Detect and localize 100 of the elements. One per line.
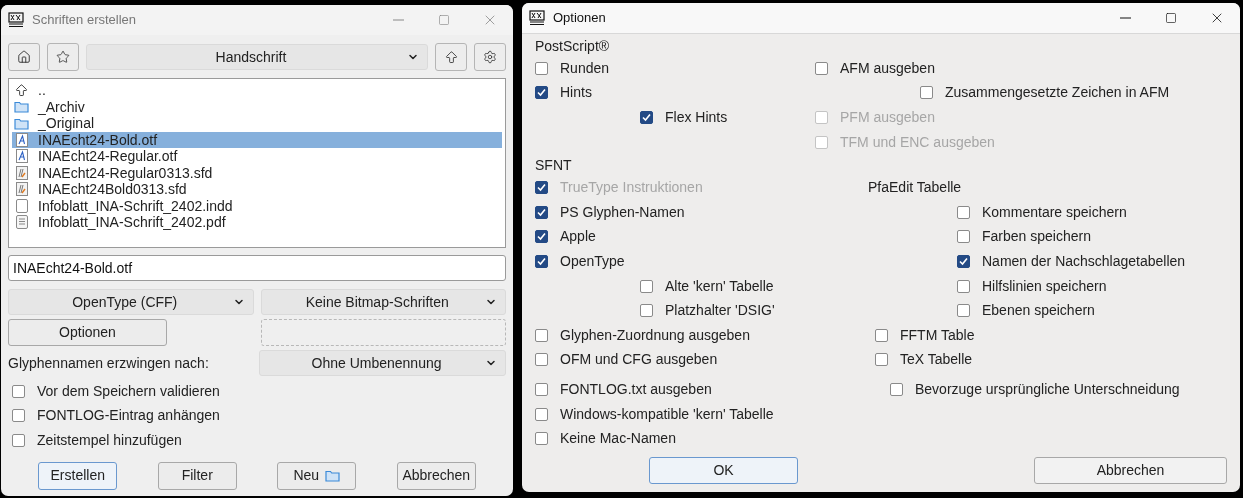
checkbox[interactable] — [640, 111, 653, 124]
glyph-names-dropdown[interactable]: Ohne Umbenennung — [259, 350, 506, 376]
checkbox-label: OFM und CFG ausgeben — [560, 350, 718, 370]
checkbox[interactable] — [640, 279, 653, 293]
checkbox[interactable] — [957, 230, 970, 244]
checkbox[interactable] — [875, 328, 888, 342]
checkbox[interactable] — [957, 279, 970, 293]
checkbox[interactable] — [815, 61, 828, 75]
file-item[interactable]: Infoblatt_INA-Schrift_2402.pdf — [12, 214, 502, 231]
app-icon — [8, 12, 24, 28]
checkbox[interactable] — [12, 384, 25, 398]
format-dropdown[interactable]: OpenType (CFF) — [8, 289, 254, 315]
font-file-icon — [15, 149, 28, 164]
settings-button[interactable] — [474, 43, 506, 71]
checkbox-label: FFTM Table — [900, 325, 975, 345]
file-item[interactable]: INAEcht24-Regular0313.sfd — [12, 164, 502, 181]
window-title: Optionen — [553, 9, 606, 28]
checkbox[interactable] — [920, 86, 933, 100]
checkbox-label: TeX Tabelle — [900, 350, 973, 370]
checkbox-label: Keine Mac-Namen — [560, 429, 676, 449]
checkbox[interactable] — [535, 328, 548, 342]
maximize-icon — [438, 14, 450, 26]
bitmap-dropdown[interactable]: Keine Bitmap-Schriften — [260, 289, 506, 315]
blank-file-icon — [15, 198, 28, 213]
checkbox-label: Bevorzuge ursprüngliche Unterschneidung — [915, 379, 1180, 399]
checkbox-label: Farben speichern — [982, 227, 1091, 247]
checkbox-label: Kommentare speichern — [982, 202, 1127, 222]
checkbox[interactable] — [957, 254, 970, 268]
group-heading: PfaEdit Tabelle — [868, 178, 962, 198]
checkbox-label: Vor dem Speichern validieren — [37, 381, 220, 401]
home-button[interactable] — [8, 43, 40, 71]
file-item[interactable]: INAEcht24-Regular.otf — [12, 148, 502, 165]
sfd-file-icon — [15, 182, 28, 197]
checkbox[interactable] — [535, 407, 548, 421]
checkbox[interactable] — [640, 304, 653, 318]
up-button[interactable] — [435, 43, 467, 71]
field-label: Glyphennamen erzwingen nach: — [8, 353, 210, 373]
checkbox[interactable] — [535, 205, 548, 219]
window-title: Schriften erstellen — [32, 11, 137, 30]
checkbox[interactable] — [535, 86, 548, 100]
checkbox-label: TFM und ENC ausgeben — [840, 132, 995, 152]
settings-icon — [483, 50, 497, 64]
file-item[interactable]: _Archiv — [12, 98, 502, 115]
checkbox-label: PFM ausgeben — [840, 108, 935, 127]
checkbox[interactable] — [890, 382, 903, 396]
folder-icon — [14, 100, 29, 114]
dialog-button[interactable]: Filter — [157, 461, 237, 490]
checkbox-label: Zeitstempel hinzufügen — [37, 431, 182, 450]
sfd-file-icon — [15, 165, 28, 180]
checkbox-label: Ebenen speichern — [982, 301, 1095, 321]
checkbox-label: TrueType Instruktionen — [560, 178, 703, 198]
checkbox-label: Zusammengesetzte Zeichen in AFM — [945, 83, 1170, 103]
checkbox[interactable] — [535, 61, 548, 75]
file-item[interactable]: _Original — [12, 115, 502, 132]
checkbox[interactable] — [535, 230, 548, 244]
dialog-button[interactable]: Neu — [277, 461, 357, 490]
checkbox[interactable] — [957, 205, 970, 219]
filename-field[interactable]: INAEcht24-Bold.otf — [8, 255, 506, 281]
folder-icon — [325, 469, 341, 483]
app-icon — [529, 10, 545, 26]
checkbox[interactable] — [12, 434, 25, 447]
dialog-button[interactable]: Abbrechen — [1034, 456, 1227, 484]
checkbox[interactable] — [535, 254, 548, 268]
checkbox[interactable] — [535, 382, 548, 396]
font-file-icon — [15, 132, 28, 147]
maximize-icon — [1165, 12, 1177, 24]
checkbox[interactable] — [535, 432, 548, 446]
dialog-button[interactable]: Erstellen — [38, 461, 118, 490]
path-dropdown[interactable]: Handschrift — [86, 44, 428, 70]
checkbox-label: Platzhalter 'DSIG' — [665, 301, 775, 321]
section-heading: SFNT — [535, 155, 572, 175]
checkbox-label: AFM ausgeben — [840, 58, 935, 78]
minimize-icon — [392, 19, 404, 21]
checkbox-label: Flex Hints — [665, 108, 728, 127]
checkbox-label: PS Glyphen-Namen — [560, 202, 685, 222]
checkbox[interactable] — [875, 353, 888, 367]
checkbox-label: FONTLOG.txt ausgeben — [560, 379, 712, 399]
home-icon — [17, 50, 31, 64]
file-item[interactable]: Infoblatt_INA-Schrift_2402.indd — [12, 197, 502, 214]
checkbox-label: OpenType — [560, 251, 625, 271]
checkbox-label: Hilfslinien speichern — [982, 276, 1107, 296]
document-icon — [15, 215, 28, 230]
bookmark-button[interactable] — [47, 43, 79, 71]
minimize-icon — [1119, 17, 1131, 19]
dialog-button[interactable]: OK — [649, 456, 798, 484]
checkbox-label: Hints — [560, 83, 592, 103]
dialog-button[interactable]: Abbrechen — [396, 461, 476, 490]
checkbox-label: Windows-kompatible 'kern' Tabelle — [560, 404, 774, 424]
file-item[interactable]: .. — [12, 82, 502, 99]
checkbox[interactable] — [535, 353, 548, 367]
options-button[interactable]: Optionen — [8, 319, 167, 346]
file-item[interactable]: INAEcht24-Bold.otf — [12, 131, 502, 148]
checkbox-label: Namen der Nachschlagetabellen — [982, 251, 1186, 271]
checkbox-label: FONTLOG-Eintrag anhängen — [37, 406, 220, 426]
checkbox-label: Apple — [560, 227, 596, 247]
checkbox[interactable] — [957, 304, 970, 318]
checkbox[interactable] — [12, 409, 25, 423]
checkbox-label: Alte 'kern' Tabelle — [665, 276, 774, 296]
checkbox-label: Runden — [560, 58, 610, 78]
file-item[interactable]: INAEcht24Bold0313.sfd — [12, 181, 502, 198]
